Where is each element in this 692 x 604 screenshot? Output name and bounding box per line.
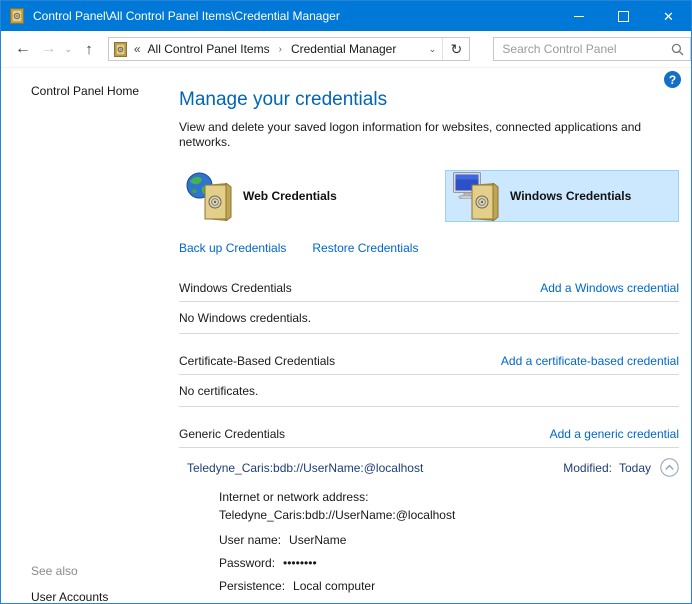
recent-pages-dropdown[interactable]: ⌄ bbox=[60, 36, 76, 62]
credential-row-right: Modified: Today bbox=[563, 458, 679, 477]
collapse-credential-button[interactable] bbox=[660, 458, 679, 477]
address-value: Teledyne_Caris:bdb://UserName:@localhost bbox=[219, 506, 679, 524]
navigation-bar: ← → ⌄ ↑ « All Control Panel Items › Cred… bbox=[1, 31, 691, 68]
username-label: User name: bbox=[219, 533, 281, 547]
help-icon: ? bbox=[669, 73, 676, 87]
refresh-button[interactable]: ↻ bbox=[442, 38, 469, 60]
sidebar-item-control-panel-home[interactable]: Control Panel Home bbox=[31, 84, 171, 98]
credential-persistence: Persistence: Local computer bbox=[219, 579, 679, 593]
chevron-up-icon bbox=[660, 458, 679, 477]
certificate-credentials-section-header: Certificate-Based Credentials Add a cert… bbox=[179, 354, 679, 368]
safe-app-icon bbox=[10, 8, 24, 24]
breadcrumb-overflow-chevron[interactable]: « bbox=[134, 42, 141, 56]
address-dropdown-button[interactable]: ⌄ bbox=[422, 44, 442, 55]
breadcrumb-all-control-panel-items[interactable]: All Control Panel Items bbox=[148, 42, 270, 56]
section-title: Windows Credentials bbox=[179, 281, 292, 295]
up-arrow-icon: ↑ bbox=[85, 41, 93, 58]
sidebar: Control Panel Home See also User Account… bbox=[1, 68, 171, 604]
back-arrow-icon: ← bbox=[15, 40, 31, 58]
up-button[interactable]: ↑ bbox=[76, 36, 102, 62]
windows-credentials-tile[interactable]: Windows Credentials bbox=[445, 170, 679, 222]
maximize-icon bbox=[618, 11, 629, 22]
password-value: •••••••• bbox=[283, 556, 317, 570]
add-generic-credential-link[interactable]: Add a generic credential bbox=[550, 427, 679, 441]
persistence-label: Persistence: bbox=[219, 579, 285, 593]
section-divider bbox=[179, 374, 679, 375]
add-windows-credential-link[interactable]: Add a Windows credential bbox=[540, 281, 679, 295]
restore-credentials-link[interactable]: Restore Credentials bbox=[312, 241, 418, 255]
content-pane: ? Manage your credentials View and delet… bbox=[171, 68, 691, 604]
web-credentials-icon bbox=[186, 171, 234, 221]
section-divider bbox=[179, 406, 679, 407]
main-area: Control Panel Home See also User Account… bbox=[1, 68, 691, 604]
backup-credentials-link[interactable]: Back up Credentials bbox=[179, 241, 286, 255]
credential-name-link[interactable]: Teledyne_Caris:bdb://UserName:@localhost bbox=[187, 461, 423, 475]
credential-row: Teledyne_Caris:bdb://UserName:@localhost… bbox=[179, 448, 679, 477]
windows-credentials-icon bbox=[453, 171, 501, 221]
credential-password: Password: •••••••• bbox=[219, 556, 679, 570]
credential-type-tiles: Web Credentials bbox=[179, 170, 679, 222]
certificate-credentials-empty: No certificates. bbox=[179, 384, 679, 398]
credential-address: Internet or network address: Teledyne_Ca… bbox=[219, 488, 679, 524]
modified-label: Modified: bbox=[563, 461, 612, 475]
credential-details: Internet or network address: Teledyne_Ca… bbox=[219, 488, 679, 604]
maximize-button[interactable] bbox=[601, 1, 646, 31]
credential-manager-window: Control Panel\All Control Panel Items\Cr… bbox=[0, 0, 692, 604]
breadcrumb-separator-icon[interactable]: › bbox=[279, 44, 282, 55]
section-title: Generic Credentials bbox=[179, 427, 285, 441]
minimize-button[interactable] bbox=[556, 1, 601, 31]
add-certificate-credential-link[interactable]: Add a certificate-based credential bbox=[501, 354, 679, 368]
help-button[interactable]: ? bbox=[664, 71, 681, 88]
username-value: UserName bbox=[289, 533, 346, 547]
close-button[interactable]: ✕ bbox=[646, 1, 691, 31]
web-credentials-tile[interactable]: Web Credentials bbox=[179, 170, 445, 222]
modified-value: Today bbox=[619, 461, 651, 475]
generic-credentials-section-header: Generic Credentials Add a generic creden… bbox=[179, 427, 679, 441]
search-box bbox=[493, 37, 691, 61]
close-icon: ✕ bbox=[663, 10, 674, 23]
section-title: Certificate-Based Credentials bbox=[179, 354, 335, 368]
search-icon[interactable] bbox=[664, 43, 690, 56]
persistence-value: Local computer bbox=[293, 579, 375, 593]
page-title: Manage your credentials bbox=[179, 89, 679, 111]
minimize-icon bbox=[574, 16, 584, 17]
safe-icon bbox=[202, 183, 232, 221]
windows-credentials-empty: No Windows credentials. bbox=[179, 311, 679, 325]
address-bar[interactable]: « All Control Panel Items › Credential M… bbox=[108, 37, 471, 61]
web-credentials-label: Web Credentials bbox=[243, 189, 337, 203]
safe-address-icon bbox=[114, 42, 127, 57]
windows-credentials-label: Windows Credentials bbox=[510, 189, 631, 203]
credential-modified: Modified: Today bbox=[563, 461, 651, 475]
chevron-down-icon: ⌄ bbox=[429, 44, 437, 54]
forward-button[interactable]: → bbox=[37, 36, 61, 62]
search-input[interactable] bbox=[494, 42, 664, 56]
sidebar-item-user-accounts[interactable]: User Accounts bbox=[31, 590, 108, 604]
title-bar: Control Panel\All Control Panel Items\Cr… bbox=[1, 1, 691, 31]
credential-username: User name: UserName bbox=[219, 533, 679, 547]
section-divider bbox=[179, 333, 679, 334]
back-button[interactable]: ← bbox=[9, 36, 37, 62]
section-divider bbox=[179, 301, 679, 302]
password-label: Password: bbox=[219, 556, 275, 570]
windows-credentials-section-header: Windows Credentials Add a Windows creden… bbox=[179, 281, 679, 295]
see-also-label: See also bbox=[31, 564, 78, 578]
safe-icon bbox=[469, 183, 499, 221]
breadcrumb-credential-manager[interactable]: Credential Manager bbox=[291, 42, 396, 56]
chevron-down-icon: ⌄ bbox=[64, 44, 72, 55]
window-title: Control Panel\All Control Panel Items\Cr… bbox=[33, 9, 556, 23]
refresh-icon: ↻ bbox=[451, 41, 463, 58]
address-label: Internet or network address: bbox=[219, 488, 679, 506]
page-subtitle: View and delete your saved logon informa… bbox=[179, 120, 666, 150]
credential-actions: Back up Credentials Restore Credentials bbox=[179, 241, 679, 255]
forward-arrow-icon: → bbox=[41, 40, 57, 58]
